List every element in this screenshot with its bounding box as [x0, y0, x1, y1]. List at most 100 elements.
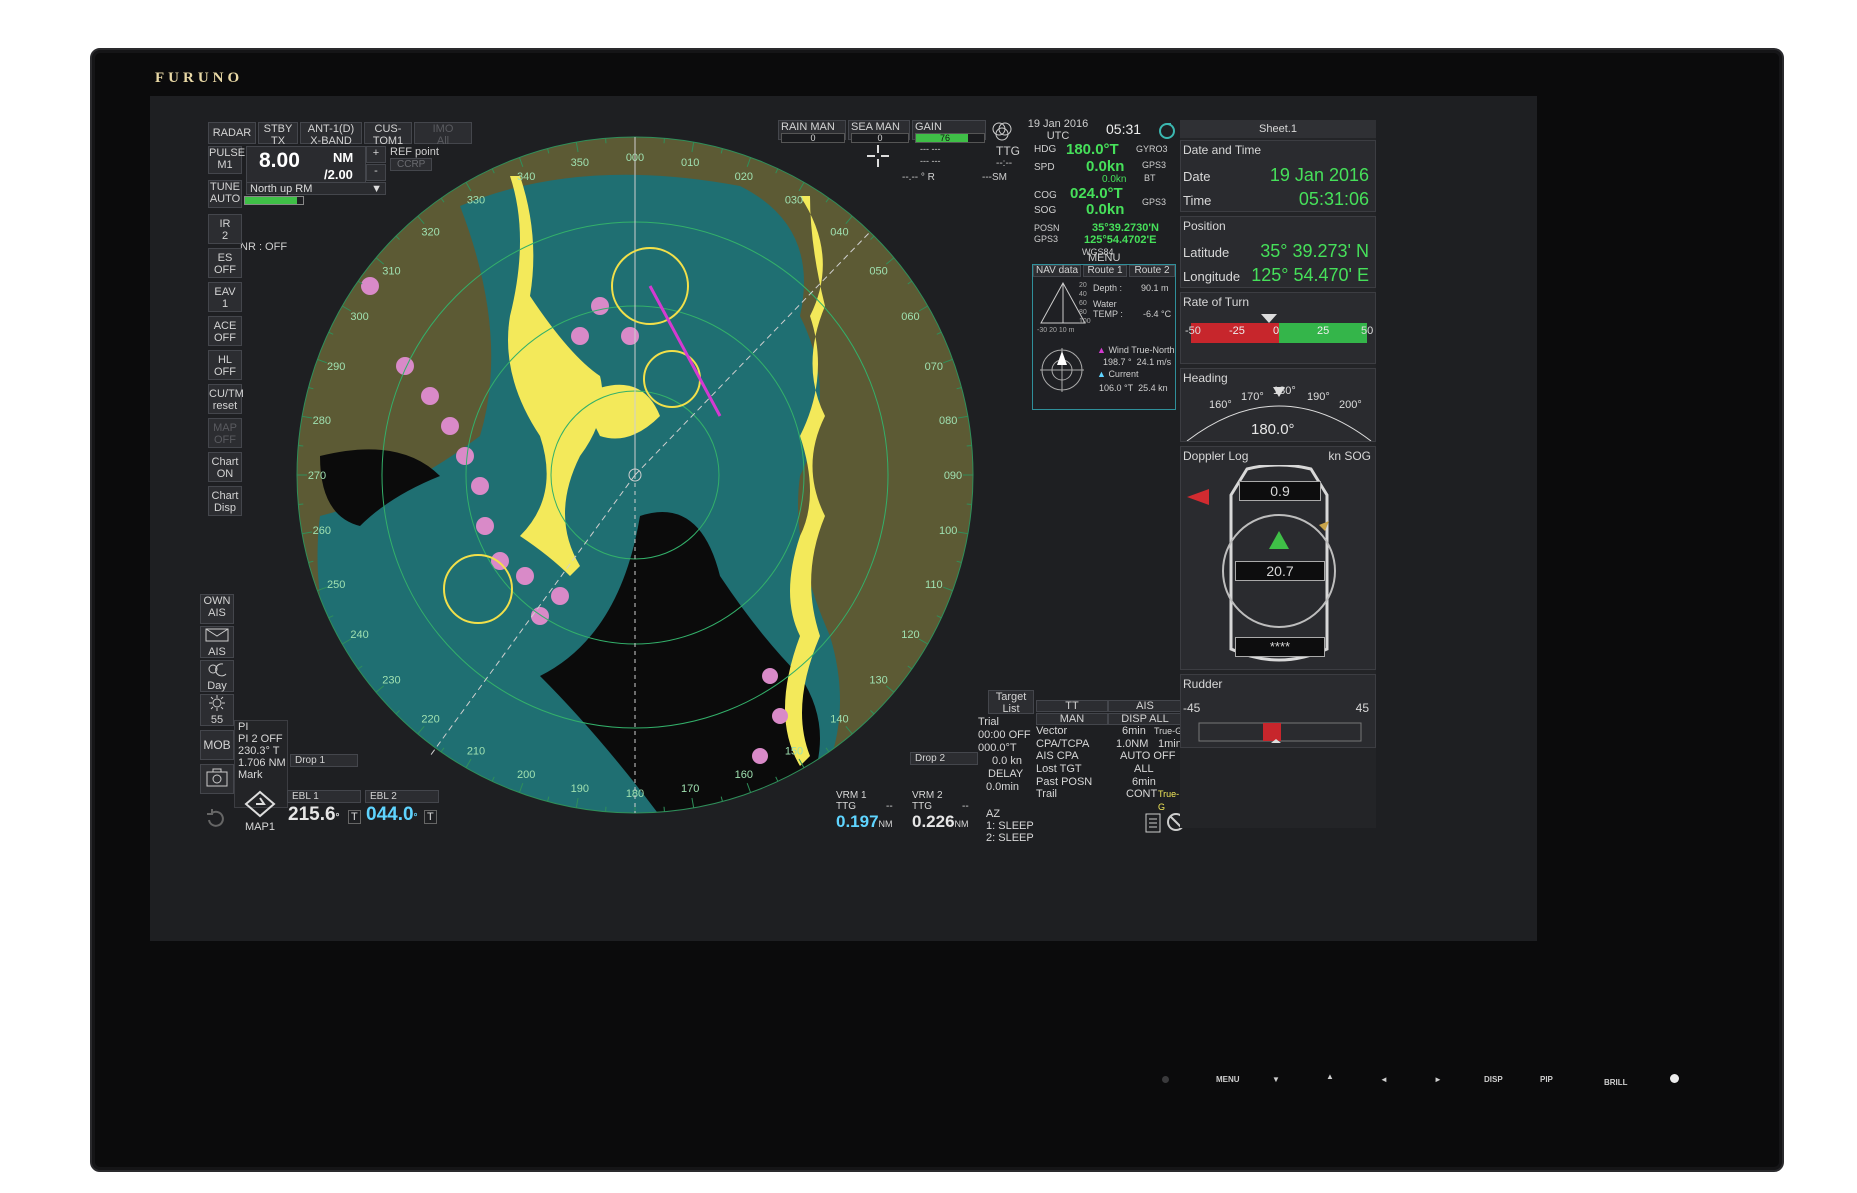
vrm1-ttg-value: -- — [886, 801, 893, 812]
left-menu-label: Chart — [211, 490, 239, 502]
disp-all-button[interactable]: DISP ALL — [1108, 712, 1182, 725]
target-settings-panel: TT AIS MAN DISP ALL Vector 6min True-G CPA/T… — [1036, 700, 1186, 820]
hw-up-key[interactable]: ▲ — [1326, 1072, 1334, 1081]
target-list-button[interactable]: Target List — [988, 690, 1034, 715]
palette-icon[interactable] — [990, 120, 1014, 142]
hw-brill-key[interactable]: BRILL — [1604, 1078, 1628, 1087]
hw-disp-key[interactable]: DISP — [1484, 1075, 1503, 1084]
ebl2-label: EBL 2 — [370, 791, 397, 802]
ais-message-button[interactable]: AIS — [200, 626, 234, 658]
spd-sub-value: 0.0kn — [1102, 174, 1127, 185]
current-label: Current — [1108, 369, 1139, 379]
hw-down-key[interactable]: ▼ — [1272, 1075, 1280, 1084]
bearing-label: 100 — [939, 525, 957, 537]
az1-value: SLEEP — [998, 820, 1034, 832]
tab-route-2[interactable]: Route 2 — [1129, 265, 1175, 277]
left-menu-button[interactable]: IR 2 — [208, 214, 242, 244]
radar-ppi-display[interactable]: 350 000 0100200300400500600700800901001101… — [280, 116, 980, 826]
longitude-label: Longitude — [1183, 269, 1241, 284]
tt-button[interactable]: TT — [1036, 700, 1108, 712]
date-time-label: Date and Time — [1183, 143, 1262, 157]
depth-tick: 20 — [1079, 282, 1087, 289]
ebl2-degree: ° — [413, 812, 418, 823]
ais-cpa-value: AUTO OFF — [1120, 750, 1176, 763]
current-speed: 25.4 kn — [1138, 383, 1168, 393]
trial-time: 00:00 — [978, 729, 1006, 741]
brilliance-button[interactable]: 55 — [200, 694, 234, 726]
drop1-select[interactable]: Drop 1 — [290, 754, 358, 767]
rate-of-turn-panel: Rate of Turn -50 -25 0 25 50 — [1180, 292, 1376, 364]
day-label: Day — [207, 680, 227, 692]
menu-label: MENU — [1088, 252, 1121, 264]
temp-label: TEMP : — [1093, 309, 1123, 319]
undo-icon[interactable] — [204, 808, 226, 831]
past-posn-value: 6min — [1132, 775, 1156, 788]
list-icon[interactable] — [1144, 812, 1162, 837]
sog-label: SOG — [1034, 205, 1057, 216]
left-menu-button[interactable]: MAP OFF — [208, 418, 242, 448]
doppler-label: Doppler Log — [1183, 449, 1249, 463]
doppler-log-panel: Doppler Log kn SOG 0.9 20.7 **** — [1180, 446, 1376, 670]
left-menu-button[interactable]: Chart ON — [208, 452, 242, 482]
hw-pip-key[interactable]: PIP — [1540, 1075, 1553, 1084]
vrm2-value: 0.226 — [912, 812, 955, 831]
map-button[interactable]: MAP1 — [234, 790, 286, 833]
tab-route-1[interactable]: Route 1 — [1083, 265, 1127, 277]
radar-mode-button[interactable]: RADAR — [208, 122, 256, 144]
posn-label: POSN — [1034, 223, 1060, 233]
rate-of-turn-label: Rate of Turn — [1183, 295, 1250, 309]
tt-man-button[interactable]: MAN — [1036, 712, 1108, 725]
left-menu-label: IR — [219, 218, 231, 230]
vrm2-ttg-value: -- — [962, 801, 969, 812]
date-time-panel: Date and Time Date 19 Jan 2016 Time 05:3… — [1180, 140, 1376, 212]
tune-button[interactable]: TUNE AUTO — [208, 180, 242, 208]
acquisition-zone-panel[interactable]: AZ 1: SLEEP 2: SLEEP — [986, 808, 1036, 844]
pulse-button[interactable]: PULSE M1 — [208, 146, 245, 174]
cursor-icon — [866, 144, 890, 171]
hw-menu-key[interactable]: MENU — [1216, 1075, 1240, 1084]
rudder-label: Rudder — [1183, 677, 1223, 691]
cursor-ttg-label: TTG — [996, 144, 1020, 158]
rudder-panel: Rudder -45 45 — [1180, 674, 1376, 748]
vrm2-panel[interactable]: VRM 2 TTG -- 0.226NM — [912, 790, 984, 831]
vector-value: 6min — [1122, 725, 1146, 738]
ebl1-degree: ° — [335, 812, 340, 823]
left-menu-button[interactable]: HL OFF — [208, 350, 242, 380]
vrm1-panel[interactable]: VRM 1 TTG -- 0.197NM — [836, 790, 908, 831]
drift-arrow-icon — [1185, 487, 1211, 510]
hw-left-key[interactable]: ◄ — [1380, 1075, 1388, 1084]
posn-lon: 125°54.4702'E — [1084, 234, 1157, 246]
left-menu-button[interactable]: Chart Disp — [208, 486, 242, 516]
mob-button[interactable]: MOB — [200, 730, 234, 760]
bearing-label: 310 — [382, 266, 400, 278]
day-night-button[interactable]: Day — [200, 660, 234, 692]
ais-button[interactable]: AIS — [1108, 700, 1182, 712]
left-menu-button[interactable]: ACE OFF — [208, 316, 242, 346]
left-menu-button[interactable]: EAV 1 — [208, 282, 242, 312]
bt-label: BT — [1144, 173, 1156, 183]
az2-value: SLEEP — [998, 832, 1034, 844]
tab-nav-data[interactable]: NAV data — [1033, 265, 1081, 277]
ebl2-readout: 044.0° — [366, 804, 418, 826]
bearing-label: 070 — [925, 361, 943, 373]
sheet-title[interactable]: Sheet.1 — [1180, 120, 1376, 138]
time-label: Time — [1183, 193, 1212, 208]
trial-maneuver-panel[interactable]: Trial 00:00 OFF 000.0°T 0.0 kn DELAY 0.0… — [978, 716, 1036, 796]
left-menu-button[interactable]: ES OFF — [208, 248, 242, 278]
bearing-label: 010 — [681, 157, 699, 169]
own-label: OWN — [203, 595, 231, 607]
ebl2-select[interactable]: EBL 2 — [365, 790, 439, 803]
ebl1-select[interactable]: EBL 1 — [287, 790, 361, 803]
drop2-select[interactable]: Drop 2 — [910, 752, 978, 765]
ebl1-label: EBL 1 — [292, 791, 319, 802]
screenshot-button[interactable] — [200, 764, 234, 794]
hdg-value: 180.0°T — [1066, 141, 1119, 158]
left-menu-label: CU/TM — [209, 388, 244, 400]
depth-axis-tick: -30 — [1037, 327, 1048, 334]
left-menu-button[interactable]: CU/TM reset — [208, 384, 244, 414]
hw-right-key[interactable]: ► — [1434, 1075, 1442, 1084]
depth-tick: 80 — [1079, 309, 1087, 316]
az-label: AZ — [986, 808, 1001, 820]
own-ais-button[interactable]: OWN AIS — [200, 594, 234, 624]
bearing-label: 030 — [785, 195, 803, 207]
